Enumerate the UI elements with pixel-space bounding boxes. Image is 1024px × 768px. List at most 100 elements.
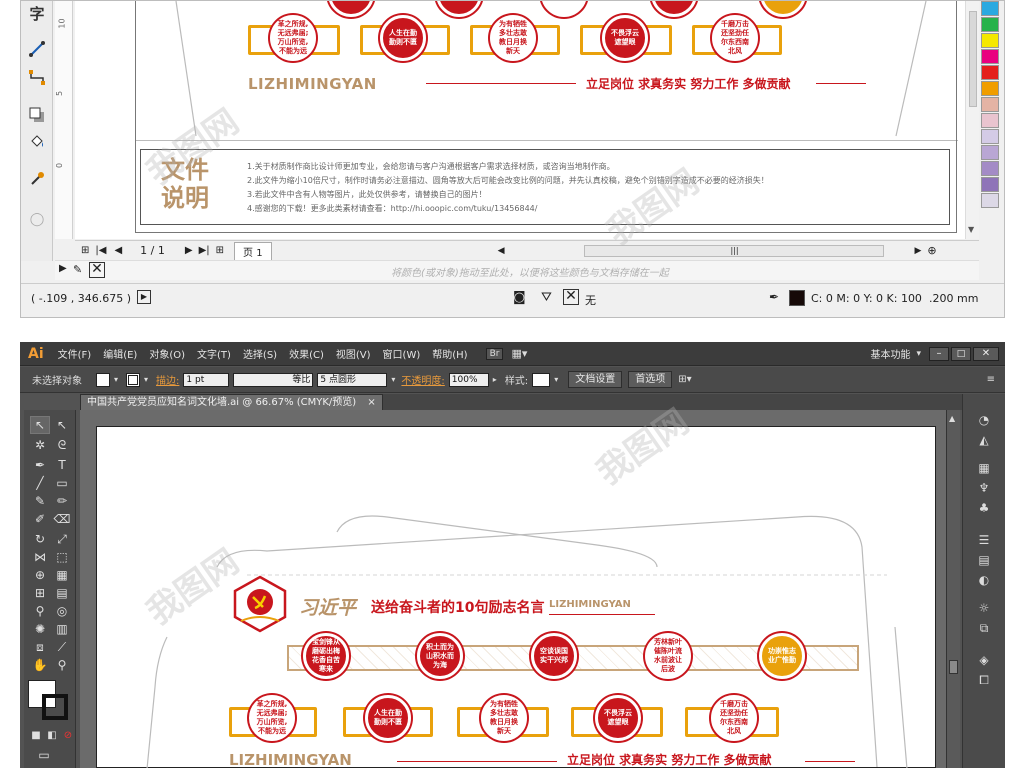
fill-tool-icon[interactable] [27,131,47,151]
palette-swatch[interactable] [981,65,999,80]
preferences-button[interactable]: 首选项 [628,371,673,388]
chevron-down-icon[interactable]: ▾ [916,349,921,359]
corel-drawing-canvas[interactable]: 革之所规,无远弗届;万山所览,不能为远 人生在勤勤则不匮 为有牺牲多壮志敢教日月… [75,1,979,239]
eyedropper-icon[interactable]: ✎ [73,263,82,276]
palette-swatch[interactable] [981,1,999,16]
lasso-tool-icon[interactable]: ᘓ [52,436,72,454]
menu-effect[interactable]: 效果(C) [289,346,324,361]
palette-expand-icon[interactable]: ▶ [59,263,67,274]
stroke-profile-select[interactable]: 等比 [233,372,314,387]
illustrator-canvas[interactable]: 习近平 送给奋斗者的10句励志名言 LIZHIMINGYAN 宝剑锋从磨砺出梅花… [80,410,960,768]
symbols-icon[interactable]: ♣ [975,500,993,516]
connector-tool-icon[interactable] [27,67,47,87]
chevron-down-icon[interactable]: ▾ [114,375,118,384]
menu-object[interactable]: 对象(O) [149,346,185,361]
next-page-icon[interactable]: ▶ [185,245,193,256]
dimension-tool-icon[interactable] [27,39,47,59]
palette-swatch[interactable] [981,17,999,32]
color-guide-icon[interactable]: ◔ [975,412,993,428]
chevron-right-icon[interactable]: ▸ [493,375,497,384]
appearance-icon[interactable]: ☼ [975,600,993,616]
blend-tool-icon[interactable]: ◎ [52,602,72,620]
eraser-tool-icon[interactable]: ⌫ [52,510,72,528]
stroke-link[interactable]: 描边: [156,372,179,387]
document-setup-button[interactable]: 文档设置 [568,371,623,388]
eyedropper-tool-icon[interactable]: ⚲ [30,602,50,620]
shape-builder-tool-icon[interactable]: ⊕ [30,566,50,584]
scale-tool-icon[interactable]: ⤢ [52,530,72,548]
artboard-tool-icon[interactable]: ⧈ [30,638,50,656]
selection-tool-icon[interactable]: ↖ [30,416,50,434]
stroke-swatch[interactable] [126,372,141,387]
chevron-down-icon[interactable]: ▾ [391,375,395,384]
mesh-tool-icon[interactable]: ⊞ [30,584,50,602]
rotate-tool-icon[interactable]: ↻ [30,530,50,548]
stroke-panel-icon[interactable]: ☰ [975,532,993,548]
width-tool-icon[interactable]: ⋈ [30,548,50,566]
hscroll-right-icon[interactable]: ▶ [914,246,921,256]
arrange-documents-icon[interactable]: ▦▾ [511,347,527,360]
pen-tool-icon[interactable]: ✒ [30,456,50,474]
minimize-icon[interactable]: – [929,346,949,361]
menu-view[interactable]: 视图(V) [336,346,371,361]
horizontal-scrollbar[interactable]: ||| [584,244,885,257]
menu-select[interactable]: 选择(S) [243,346,277,361]
direct-selection-tool-icon[interactable]: ↖ [52,416,72,434]
document-tab[interactable]: 中国共产党党员应知名词文化墙.ai @ 66.67% (CMYK/预览) × [80,394,383,410]
gradient-tool-icon[interactable]: ▤ [52,584,72,602]
bridge-button[interactable]: Br [485,347,504,360]
menu-help[interactable]: 帮助(H) [432,346,467,361]
fill-swatch[interactable] [96,372,110,387]
swatches-icon[interactable]: ▦ [975,460,993,476]
first-page-icon[interactable]: |◀ [95,245,106,256]
palette-swatch[interactable] [981,161,999,176]
tab-close-icon[interactable]: × [367,397,375,408]
free-transform-tool-icon[interactable]: ⬚ [52,548,72,566]
column-graph-tool-icon[interactable]: ▥ [52,620,72,638]
brushes-icon[interactable]: ♆ [975,480,993,496]
last-page-icon[interactable]: ▶| [199,245,210,256]
chevron-down-icon[interactable]: ▾ [144,375,148,384]
type-tool-icon[interactable]: T [52,456,72,474]
palette-swatch[interactable] [981,113,999,128]
eyedropper-tool-icon[interactable] [27,169,47,189]
line-tool-icon[interactable]: ╱ [30,474,50,492]
outline-tool-icon[interactable]: ◯ [27,209,47,229]
palette-swatch[interactable] [981,193,999,208]
status-expand-icon[interactable]: ▶ [137,290,151,304]
graphic-styles-icon[interactable]: ⧉ [975,620,993,636]
menu-edit[interactable]: 编辑(E) [103,346,137,361]
scrollbar-thumb[interactable] [969,11,977,107]
close-icon[interactable]: ✕ [973,346,999,361]
workspace-switcher[interactable]: 基本功能 [870,346,910,361]
zoom-icon[interactable]: ⊕ [927,244,936,257]
screen-mode-icon[interactable]: ▭ [34,746,54,764]
stroke-weight-field[interactable]: 1 pt [183,372,230,387]
palette-swatch[interactable] [981,129,999,144]
maximize-icon[interactable]: □ [951,346,971,361]
brush-select[interactable]: 5 点圆形 [317,372,388,387]
magic-wand-tool-icon[interactable]: ✲ [30,436,50,454]
opacity-field[interactable]: 100% [448,372,489,387]
artboards-icon[interactable]: ⧠ [975,672,993,688]
menu-file[interactable]: 文件(F) [58,346,92,361]
transparency-icon[interactable]: ◐ [975,572,993,588]
stroke-color-swatch[interactable] [42,694,68,720]
vertical-scrollbar[interactable]: ▼ [965,1,979,239]
layers-icon[interactable]: ◈ [975,652,993,668]
color-panel-icon[interactable]: ◭ [975,432,993,448]
rectangle-tool-icon[interactable]: ▭ [52,474,72,492]
prev-page-icon[interactable]: ◀ [114,245,122,256]
paintbrush-tool-icon[interactable]: ✎ [30,492,50,510]
palette-swatch[interactable] [981,145,999,160]
zoom-tool-icon[interactable]: ⚲ [52,656,72,674]
canvas-vertical-scrollbar[interactable]: ▲ [946,410,960,768]
opacity-link[interactable]: 不透明度: [401,372,444,387]
blob-brush-tool-icon[interactable]: ✐ [30,510,50,528]
palette-swatch[interactable] [981,81,999,96]
menu-window[interactable]: 窗口(W) [383,346,421,361]
gradient-panel-icon[interactable]: ▤ [975,552,993,568]
add-page-after-icon[interactable]: ⊞ [216,245,224,256]
align-options-icon[interactable]: ⊞▾ [678,374,691,385]
scroll-down-icon[interactable]: ▼ [968,225,974,234]
